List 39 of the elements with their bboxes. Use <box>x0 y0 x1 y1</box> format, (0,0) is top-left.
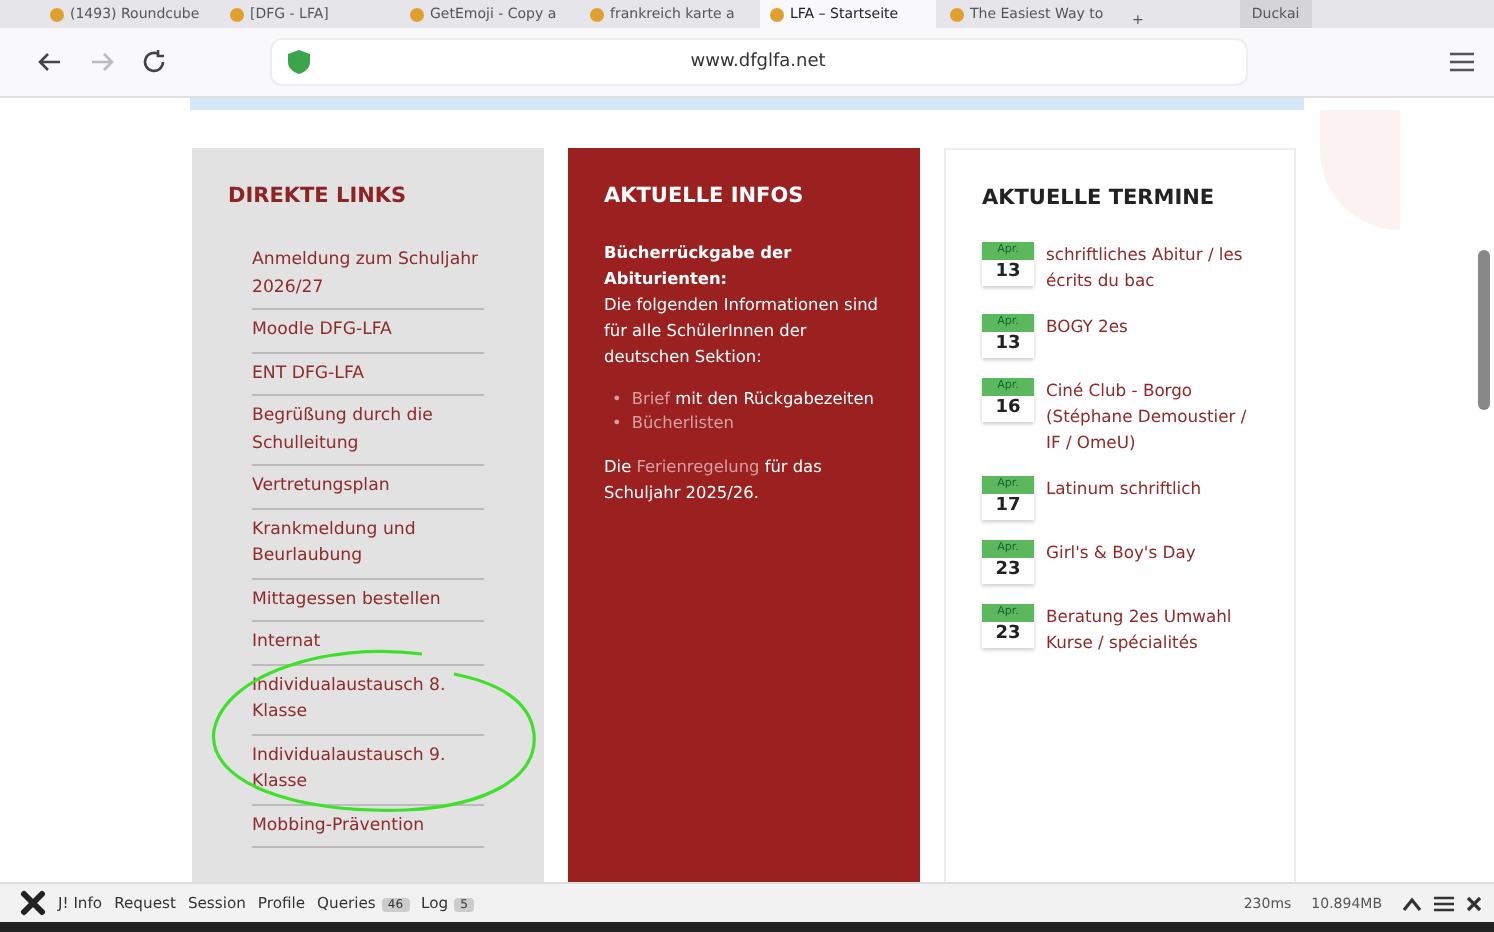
favicon-icon <box>230 7 244 21</box>
section-title: AKTUELLE INFOS <box>604 184 806 208</box>
event-link[interactable]: schriftliches Abitur / les écrits du bac <box>1046 242 1258 294</box>
link[interactable]: Anmeldung zum Schuljahr 2026/27 <box>252 240 484 310</box>
address-bar[interactable]: www.dfglfa.net <box>272 40 1246 84</box>
link[interactable]: Vertretungsplan <box>252 466 484 509</box>
favicon-icon <box>50 7 64 21</box>
reload-icon[interactable] <box>140 48 168 76</box>
menu-icon[interactable] <box>1450 52 1474 72</box>
event-link[interactable]: BOGY 2es <box>1046 314 1128 340</box>
event-link[interactable]: Latinum schriftlich <box>1046 476 1202 502</box>
link[interactable]: Krankmeldung und Beurlaubung <box>252 509 484 579</box>
section-title: AKTUELLE TERMINE <box>982 186 1217 210</box>
event-link[interactable]: Ciné Club - Borgo (Stéphane Demoustier / IF / OmeU) <box>1046 378 1258 456</box>
favicon-icon <box>590 7 604 21</box>
event-link[interactable]: Girl's & Boy's Day <box>1046 540 1196 566</box>
favicon-icon <box>950 7 964 21</box>
link[interactable]: Begrüßung durch die Schulleitung <box>252 396 484 466</box>
link[interactable]: Individualaustausch 8. Klasse <box>252 665 484 735</box>
link[interactable]: Mobbing-Prävention <box>252 805 484 848</box>
link[interactable]: Mittagessen bestellen <box>252 579 484 622</box>
info-paragraph: Die Ferienregelung für das Schuljahr 2025/26. <box>604 454 824 506</box>
info-list-item: Brief mit den Rückgabezeiten <box>631 386 874 410</box>
bullet: • <box>612 386 622 410</box>
bullet: • <box>612 410 622 434</box>
favicon-icon <box>770 7 784 21</box>
favicon-icon <box>410 7 424 21</box>
shield-icon <box>288 50 310 74</box>
chevron-up-icon[interactable] <box>1402 895 1422 911</box>
section-title: DIREKTE LINKS <box>228 184 409 208</box>
close-icon[interactable] <box>1466 895 1482 911</box>
info-paragraph: Bücherrückgabe der Abiturienten: Die folgenden Informationen sind für alle SchülerInnen der deutschen Sektion: <box>604 240 880 370</box>
event-link[interactable]: Beratung 2es Umwahl Kurse / spécialités <box>1046 604 1258 656</box>
link[interactable]: Moodle DFG-LFA <box>252 310 484 353</box>
link[interactable]: Internat <box>252 622 484 665</box>
link[interactable]: Individualaustausch 9. Klasse <box>252 735 484 805</box>
back-icon[interactable] <box>36 48 64 76</box>
link[interactable]: ENT DFG-LFA <box>252 353 484 396</box>
info-list-item: Bücherlisten <box>631 410 734 434</box>
